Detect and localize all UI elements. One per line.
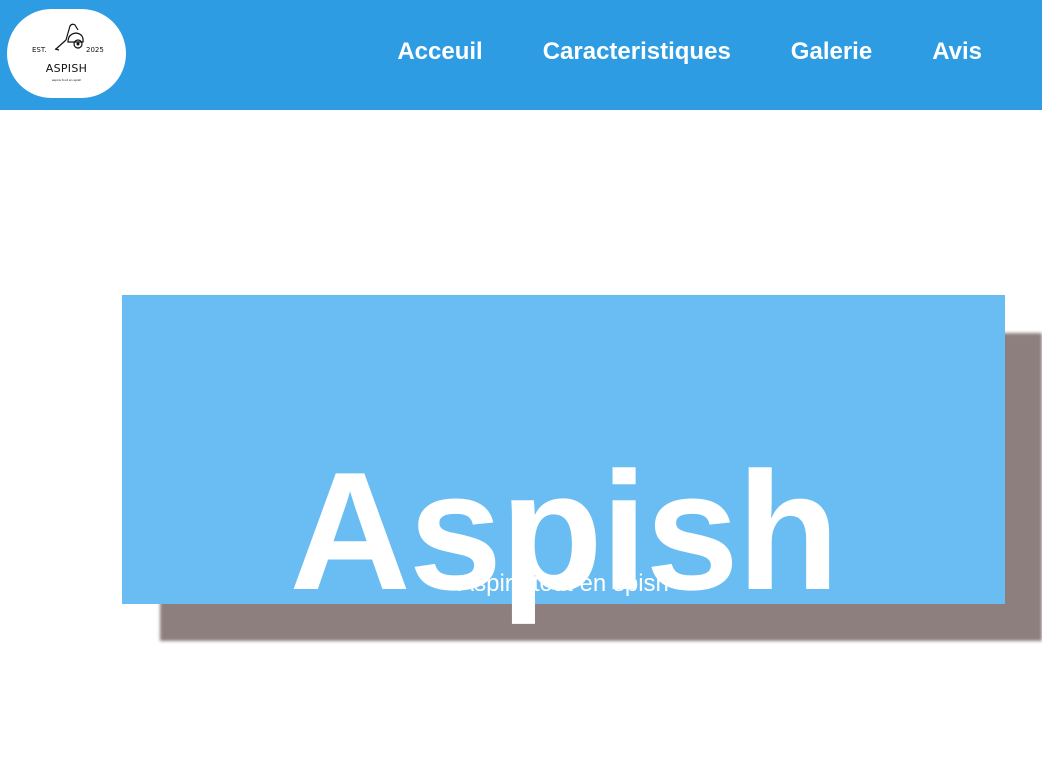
hero-subtitle: Aspire tout en spish: [458, 570, 669, 597]
logo-est-label: EST.: [32, 46, 47, 54]
nav-link-avis[interactable]: Avis: [932, 37, 982, 67]
nav-link-galerie[interactable]: Galerie: [791, 37, 872, 67]
main-nav: Acceuil Caracteristiques Galerie Avis: [397, 37, 982, 67]
vacuum-cleaner-icon: [54, 23, 84, 51]
logo-year-label: 2025: [86, 46, 104, 54]
logo-tagline: aspire tout en spish: [51, 78, 82, 82]
site-header: EST. 2025 ASPISH aspire tout en spish Ac…: [0, 0, 1042, 110]
nav-link-caracteristiques[interactable]: Caracteristiques: [543, 37, 731, 67]
logo[interactable]: EST. 2025 ASPISH aspire tout en spish: [7, 9, 126, 98]
logo-name: ASPISH: [45, 62, 88, 75]
hero-banner: Aspish Aspire tout en spish: [122, 295, 1005, 625]
nav-link-acceuil[interactable]: Acceuil: [397, 37, 482, 67]
